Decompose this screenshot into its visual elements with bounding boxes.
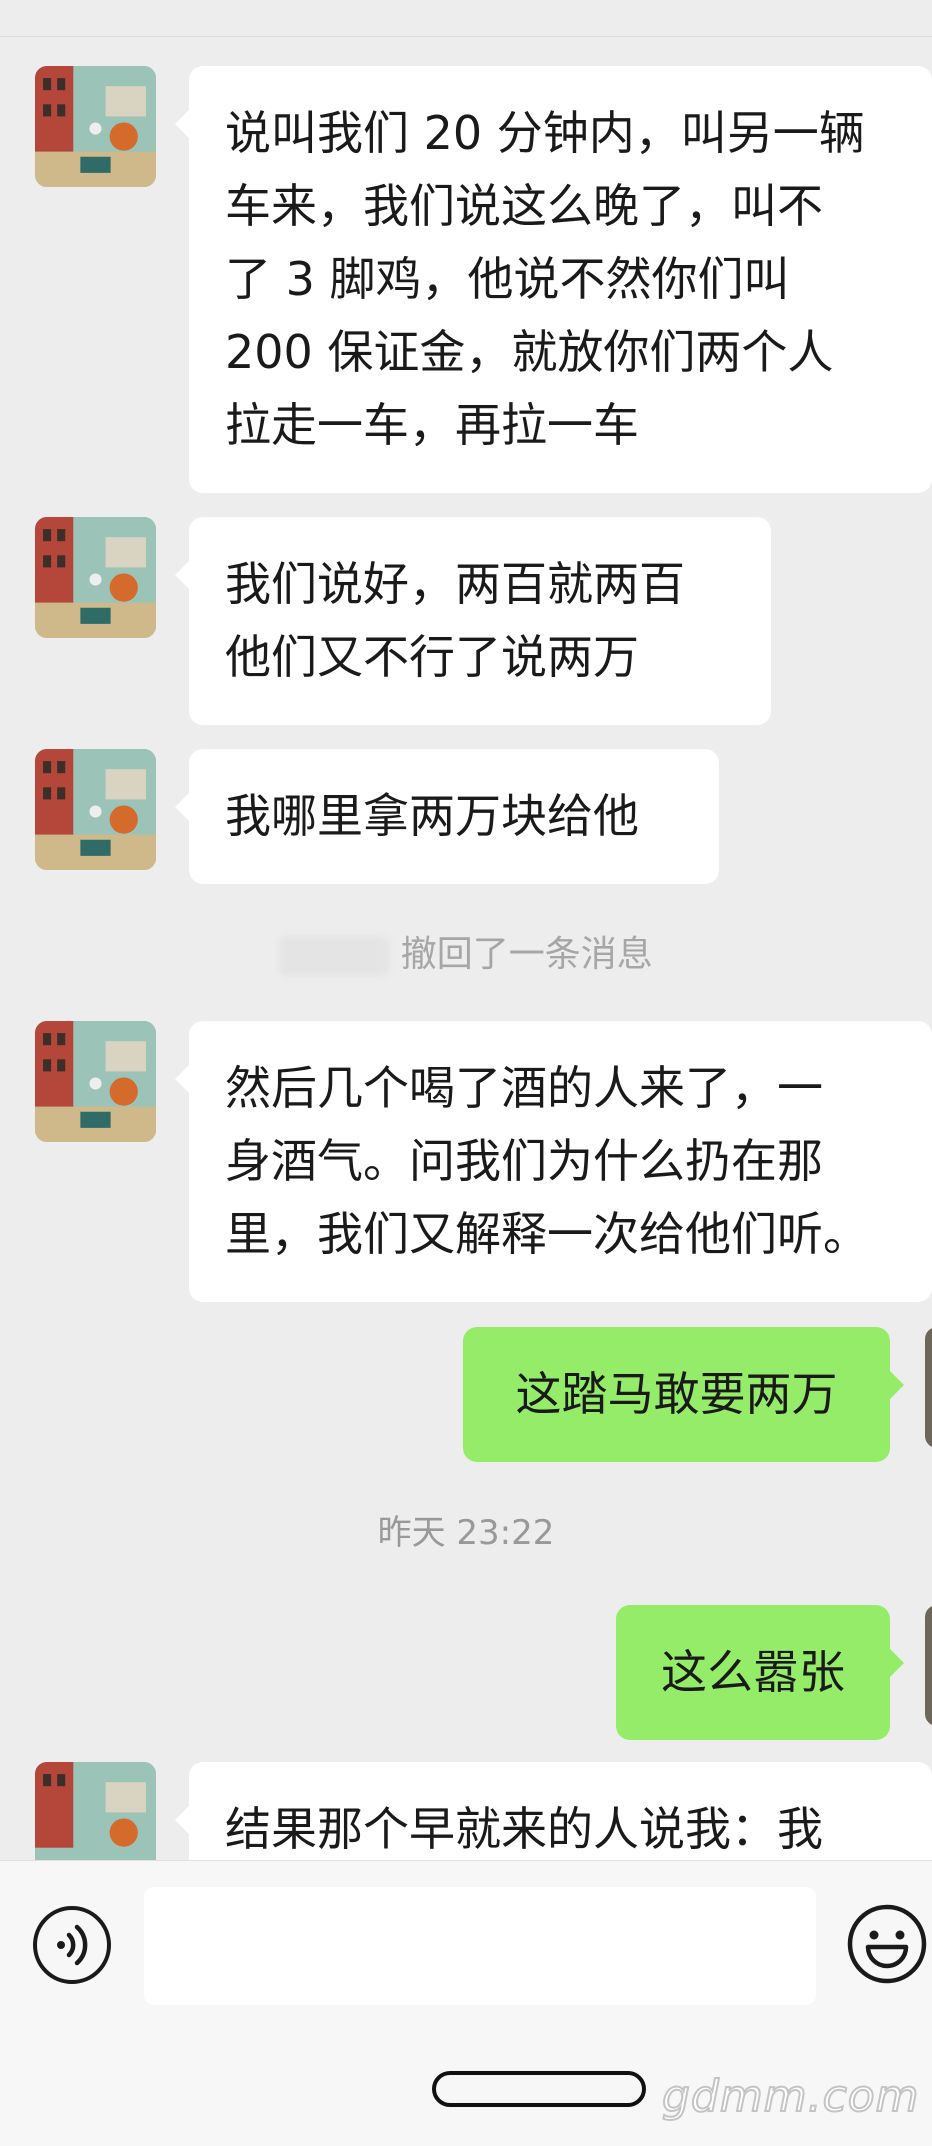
- contact-avatar[interactable]: [35, 66, 156, 187]
- my-avatar[interactable]: [925, 1327, 932, 1448]
- contact-avatar[interactable]: [35, 749, 156, 870]
- watermark: gdmm.com: [661, 2070, 920, 2123]
- recall-notice: 撤回了一条消息: [0, 925, 932, 977]
- emoji-icon: [847, 1904, 927, 1984]
- home-indicator[interactable]: [432, 2071, 646, 2107]
- message-bubble-incoming[interactable]: 说叫我们 20 分钟内，叫另一辆 车来，我们说这么晚了，叫不 了 3 脚鸡，他说…: [175, 66, 932, 493]
- avatar-image: [35, 1021, 156, 1142]
- my-avatar[interactable]: [925, 1605, 932, 1726]
- message-bubble-incoming[interactable]: 我们说好，两百就两百 他们又不行了说两万: [175, 517, 771, 725]
- avatar-image: [35, 517, 156, 638]
- header-divider: [0, 36, 932, 37]
- voice-button[interactable]: [33, 1906, 111, 1984]
- avatar-image: [35, 1762, 156, 1860]
- message-bubble-incoming[interactable]: 结果那个早就来的人说我：我: [175, 1762, 932, 1860]
- message-bubble-incoming[interactable]: 然后几个喝了酒的人来了，一 身酒气。问我们为什么扔在那 里，我们又解释一次给他们…: [175, 1021, 932, 1302]
- redacted-name: [279, 936, 390, 976]
- timestamp: 昨天 23:22: [377, 1513, 555, 1553]
- message-bubble-outgoing[interactable]: 这么嚣张: [616, 1605, 904, 1740]
- message-bubble-incoming[interactable]: 我哪里拿两万块给他: [175, 749, 719, 884]
- emoji-button[interactable]: [846, 1903, 928, 1985]
- input-bar: gdmm.com: [0, 1860, 932, 2146]
- avatar-image: [35, 66, 156, 187]
- contact-avatar[interactable]: [35, 517, 156, 638]
- chat-area[interactable]: 说叫我们 20 分钟内，叫另一辆 车来，我们说这么晚了，叫不 了 3 脚鸡，他说…: [0, 0, 932, 1860]
- contact-avatar[interactable]: [35, 1762, 156, 1860]
- message-bubble-outgoing[interactable]: 这踏马敢要两万: [463, 1327, 904, 1462]
- recall-text: 撤回了一条消息: [400, 934, 653, 975]
- message-input[interactable]: [144, 1887, 816, 2005]
- avatar-image: [35, 749, 156, 870]
- contact-avatar[interactable]: [35, 1021, 156, 1142]
- voice-icon: [57, 1924, 88, 1966]
